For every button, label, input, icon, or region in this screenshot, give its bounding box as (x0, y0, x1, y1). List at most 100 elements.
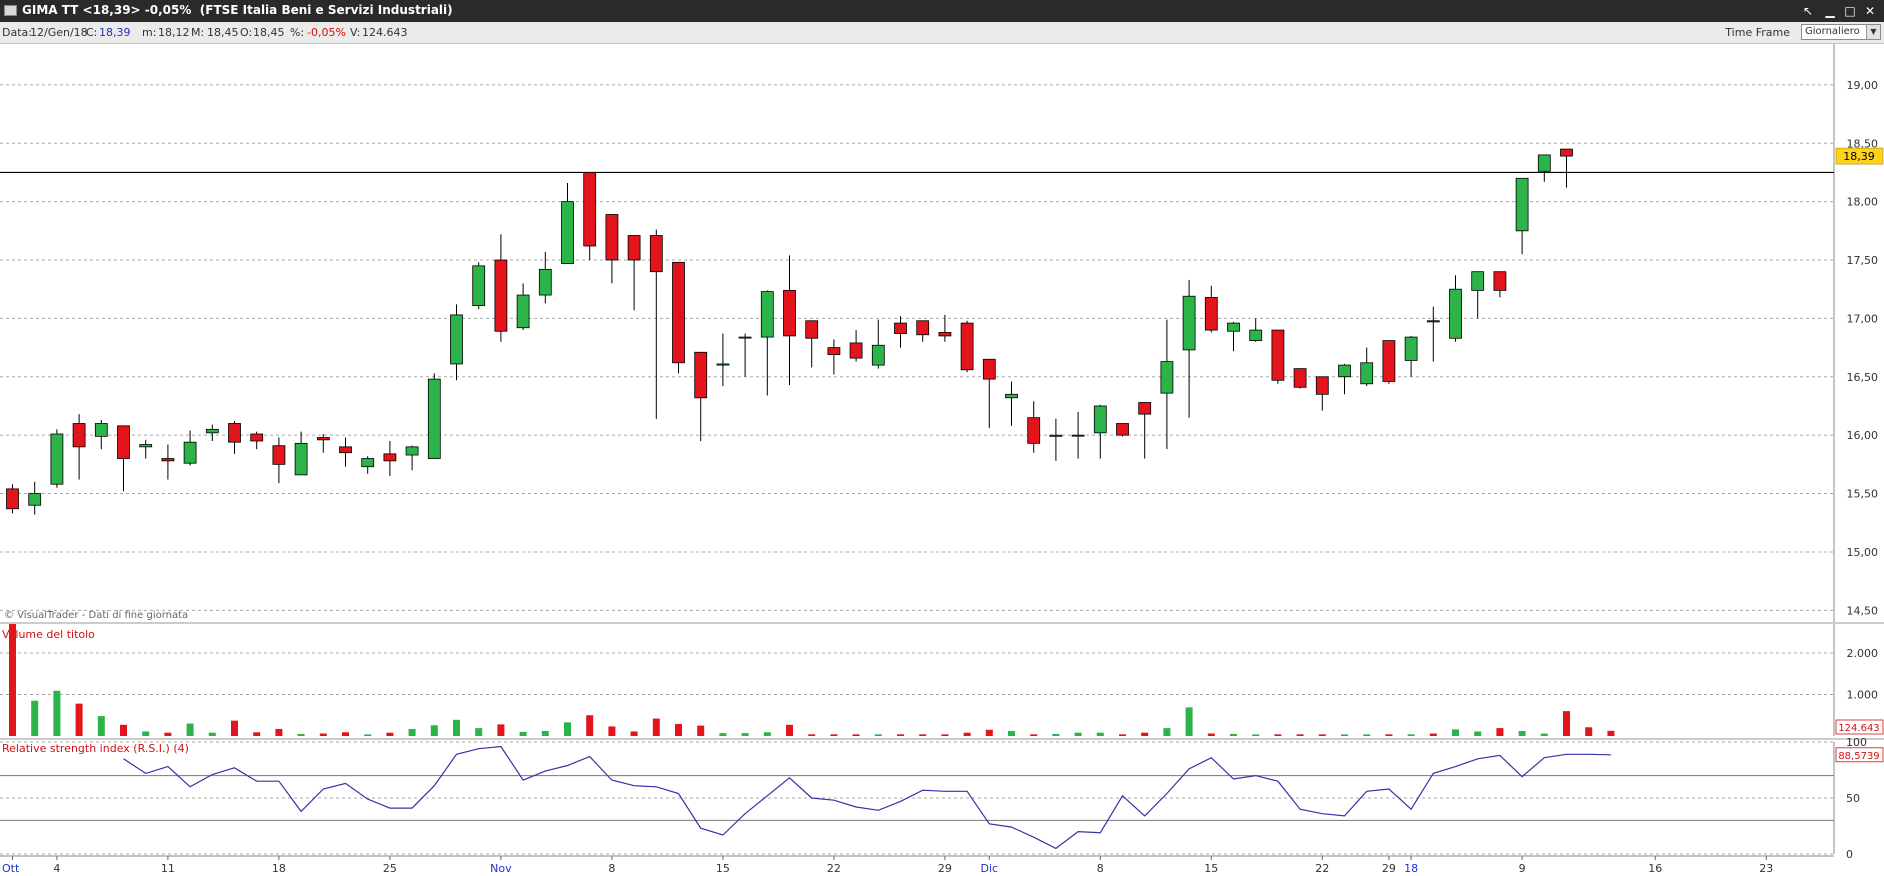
price-panel[interactable]: 19,0018,5018,0017,5017,0016,5016,0015,50… (0, 44, 1884, 622)
volume-bar (453, 719, 460, 736)
candle-body-down (827, 347, 841, 356)
volume-bar (963, 732, 971, 736)
price-y-tick-label: 15,50 (1847, 488, 1879, 501)
volume-bar (1008, 731, 1015, 736)
volume-bar (31, 700, 39, 736)
back-arrow-icon[interactable]: ↖ (1800, 3, 1816, 19)
volume-bar (874, 734, 882, 736)
open-label: O: (240, 26, 253, 39)
volume-bar (697, 725, 705, 736)
candle-body-up (1160, 361, 1174, 394)
candle-body-up (94, 423, 108, 437)
volume-bar (408, 728, 416, 736)
x-tick-label: 8 (1097, 862, 1104, 875)
watermark: © VisualTrader - Dati di fine giornata (4, 610, 188, 621)
candle-body-up (738, 336, 752, 339)
candle-body-up (28, 493, 42, 506)
title-bar: GIMA TT <18,39> -0,05% (FTSE Italia Beni… (0, 0, 1884, 22)
volume-bar (120, 724, 127, 736)
x-tick-label: 23 (1759, 862, 1773, 875)
volume-bar (319, 733, 327, 736)
volume-bar (564, 722, 571, 736)
candle[interactable] (6, 484, 19, 514)
volume-bar (897, 734, 904, 736)
candle-body-up (1093, 405, 1107, 434)
candle[interactable] (672, 261, 685, 374)
candle-body-up (139, 444, 153, 448)
volume-bar (97, 716, 105, 736)
candle-body-down (1426, 320, 1440, 323)
candle[interactable] (1271, 329, 1285, 384)
rsi-y-tick-label: 100 (1846, 736, 1867, 749)
pct-label: %: (290, 26, 305, 39)
volume-bar (519, 731, 527, 736)
candle-body-up (516, 294, 530, 329)
restore-button[interactable]: □ (1842, 3, 1858, 19)
volume-bar (919, 734, 927, 736)
last-rsi-label: 88,5739 (1838, 751, 1879, 762)
candle-body-down (894, 322, 907, 334)
volume-bar (1429, 733, 1437, 736)
volume-bar (1474, 731, 1482, 736)
candle-body-down (694, 351, 708, 399)
volume-y-tick-label: 2.000 (1847, 647, 1879, 660)
price-y-tick-label: 17,50 (1847, 254, 1879, 267)
candle-body-up (1471, 271, 1485, 291)
volume-bar (297, 733, 305, 736)
close-button[interactable]: ✕ (1862, 3, 1878, 19)
volume-bar (231, 720, 238, 736)
candle-body-down (1204, 296, 1218, 331)
x-tick-label: 15 (1204, 862, 1218, 875)
candle-body-up (561, 201, 574, 264)
rsi-panel[interactable]: 100 50 0 Relative strength index (R.S.I.) (… (0, 736, 1884, 861)
volume-bar (830, 734, 838, 736)
price-y-tick-label: 14,50 (1847, 604, 1879, 617)
volume-bar (1252, 734, 1260, 736)
timeframe-select[interactable]: Giornaliero ▼ (1801, 24, 1881, 40)
chevron-down-icon[interactable]: ▼ (1866, 25, 1880, 39)
date-value: 12/Gen/18 (30, 26, 88, 39)
minimize-button[interactable]: ▁ (1822, 3, 1838, 19)
candle-body-down (72, 423, 86, 448)
candle-body-down (339, 446, 352, 454)
candle-body-up (427, 378, 441, 459)
rsi-y-tick-label: 50 (1846, 792, 1860, 805)
price-y-tick-label: 15,00 (1847, 546, 1879, 559)
volume-bar (342, 732, 349, 736)
candle[interactable] (960, 320, 974, 373)
volume-bar (1585, 727, 1593, 736)
candle[interactable] (1382, 340, 1396, 384)
candle-body-down (982, 358, 996, 380)
chart-area[interactable]: 19,0018,5018,0017,5017,0016,5016,0015,50… (0, 44, 1884, 876)
candle-body-up (1515, 177, 1529, 232)
candle-body-up (1360, 362, 1374, 385)
candle-body-down (849, 342, 863, 359)
candle-body-up (405, 446, 419, 456)
candle[interactable] (472, 262, 486, 310)
candle-body-down (272, 445, 286, 465)
candle-body-down (783, 289, 796, 337)
rsi-title: Relative strength index (R.S.I.) (4) (2, 742, 189, 755)
volume-value: 124.643 (362, 26, 408, 39)
candle-body-down (1138, 402, 1152, 415)
candle-body-down (960, 322, 974, 371)
timeframe-value: Giornaliero (1805, 26, 1860, 37)
candle[interactable] (1116, 423, 1129, 437)
volume-bar (53, 690, 61, 736)
volume-panel[interactable]: 2.0001.000Volume del titolo124.643 (0, 622, 1884, 736)
candle-body-down (383, 453, 397, 462)
volume-bar (741, 733, 749, 736)
candle[interactable] (427, 373, 441, 459)
candle[interactable] (1293, 368, 1307, 389)
price-y-tick-label: 18,00 (1847, 196, 1879, 209)
candle-body-up (1049, 434, 1063, 437)
candle[interactable] (50, 429, 64, 488)
volume-bar (1074, 732, 1082, 736)
candle-body-down (605, 214, 619, 261)
candle-body-down (228, 423, 241, 443)
rsi-line[interactable] (123, 745, 1611, 850)
x-tick-label: 29 (1382, 862, 1396, 875)
candle-body-down (6, 488, 19, 510)
volume-bar (586, 715, 594, 736)
x-tick-label: 11 (161, 862, 175, 875)
